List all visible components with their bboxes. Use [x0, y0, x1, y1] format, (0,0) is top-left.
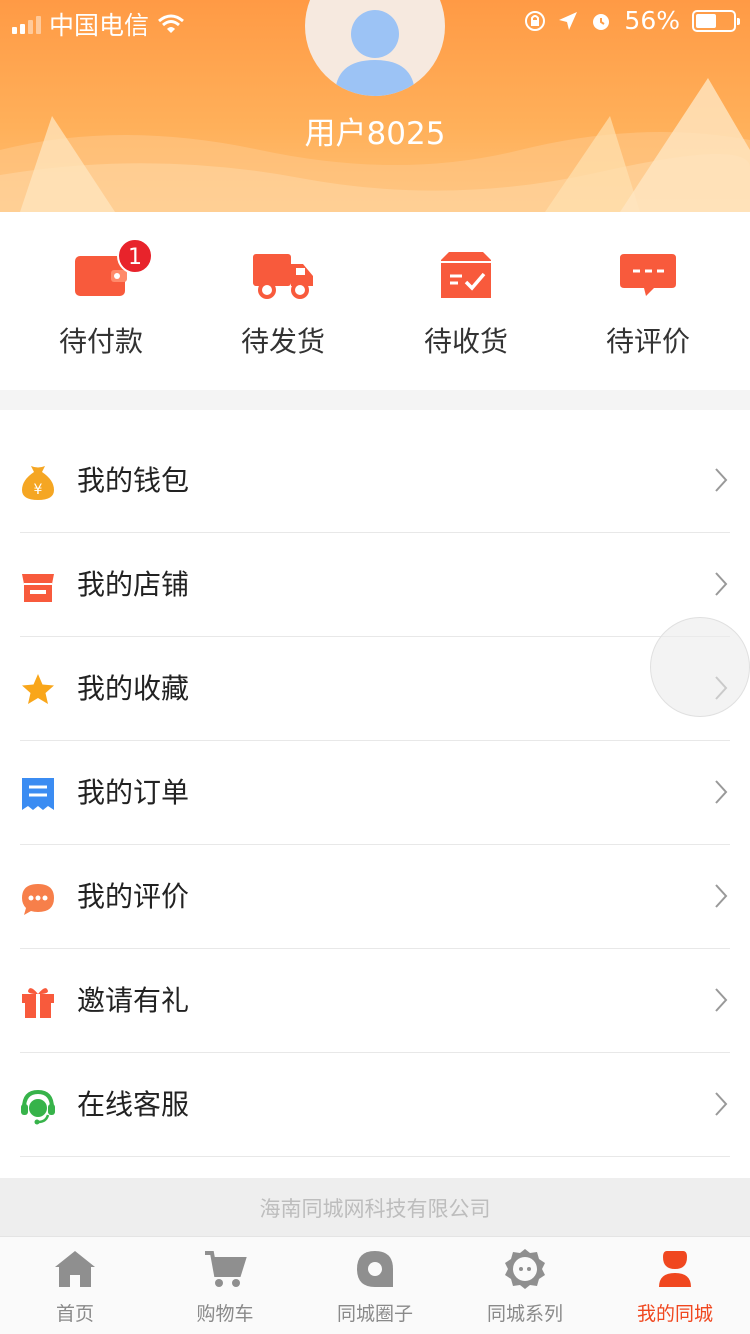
chevron-right-icon	[715, 884, 728, 908]
menu-label: 我的店铺	[77, 568, 190, 601]
unpaid-count-badge: 1	[117, 238, 153, 274]
tab-label: 我的同城	[636, 1303, 713, 1325]
order-pending-payment[interactable]: 1 待付款	[11, 238, 191, 360]
bottom-tab-bar: 首页 购物车 同城圈子 同城系列 我的同城	[0, 1236, 750, 1334]
tab-label: 同城系列	[486, 1303, 563, 1325]
circle-chat-icon	[357, 1251, 393, 1287]
tab-label: 首页	[55, 1303, 94, 1325]
menu-label: 邀请有礼	[77, 984, 190, 1017]
order-pending-receipt[interactable]: 待收货	[376, 250, 556, 360]
rotation-lock-icon	[525, 10, 546, 31]
series-icon	[505, 1249, 545, 1289]
menu-item-reviews[interactable]: 我的评价	[0, 845, 750, 949]
menu-list: ¥ 我的钱包 我的店铺 我的收藏 我的订单 我的评价 邀请有礼 在线客服	[0, 410, 750, 1178]
order-label: 待收货	[423, 325, 508, 358]
menu-label: 我的钱包	[77, 464, 190, 497]
menu-item-store[interactable]: 我的店铺	[0, 533, 750, 637]
tab-cart[interactable]: 购物车	[150, 1237, 300, 1334]
tab-profile[interactable]: 我的同城	[600, 1237, 750, 1334]
svg-text:¥: ¥	[34, 482, 43, 498]
tab-circles[interactable]: 同城圈子	[300, 1237, 450, 1334]
star-icon	[22, 674, 54, 704]
username[interactable]: 用户8025	[0, 108, 750, 153]
truck-icon	[253, 254, 313, 299]
gift-icon	[22, 988, 54, 1018]
menu-item-favorites[interactable]: 我的收藏	[0, 637, 750, 741]
tab-label: 购物车	[196, 1303, 254, 1325]
receipt-icon	[22, 778, 54, 810]
company-footer: 海南同城网科技有限公司	[0, 1178, 750, 1236]
order-pending-shipment[interactable]: 待发货	[193, 250, 373, 360]
comment-icon	[620, 254, 676, 296]
tab-home[interactable]: 首页	[0, 1237, 150, 1334]
package-check-icon	[441, 252, 491, 298]
chevron-right-icon	[715, 988, 728, 1012]
customer-service-icon	[21, 1089, 55, 1125]
home-icon	[55, 1251, 95, 1287]
order-status-panel: 1 待付款 待发货 待收货 待评价	[0, 212, 750, 390]
store-icon	[22, 574, 54, 602]
menu-label: 我的订单	[77, 776, 190, 809]
battery-percent: 56%	[624, 6, 680, 35]
menu-item-orders[interactable]: 我的订单	[0, 741, 750, 845]
chevron-right-icon	[715, 1092, 728, 1116]
battery-icon	[692, 9, 740, 32]
cart-icon	[205, 1251, 247, 1287]
assistive-touch-button[interactable]	[650, 617, 750, 717]
menu-item-customer-service[interactable]: 在线客服	[0, 1053, 750, 1157]
chevron-right-icon	[715, 780, 728, 804]
divider	[20, 1156, 730, 1157]
tab-series[interactable]: 同城系列	[450, 1237, 600, 1334]
order-label: 待发货	[240, 325, 325, 358]
profile-icon	[659, 1251, 691, 1287]
location-icon	[559, 11, 578, 30]
chevron-right-icon	[715, 572, 728, 596]
money-bag-icon: ¥	[22, 466, 54, 500]
menu-item-wallet[interactable]: ¥ 我的钱包	[0, 429, 750, 533]
menu-label: 我的收藏	[77, 672, 190, 705]
order-label: 待评价	[605, 325, 690, 358]
tab-label: 同城圈子	[336, 1303, 413, 1325]
alarm-icon	[593, 13, 610, 30]
order-label: 待付款	[58, 325, 143, 358]
chevron-right-icon	[715, 468, 728, 492]
menu-label: 在线客服	[77, 1088, 190, 1121]
menu-label: 我的评价	[77, 880, 190, 913]
profile-header: 中国电信 10:47 56%	[0, 0, 750, 212]
order-pending-review[interactable]: 待评价	[558, 250, 738, 360]
chat-bubble-icon	[22, 884, 54, 915]
menu-item-invite[interactable]: 邀请有礼	[0, 949, 750, 1053]
